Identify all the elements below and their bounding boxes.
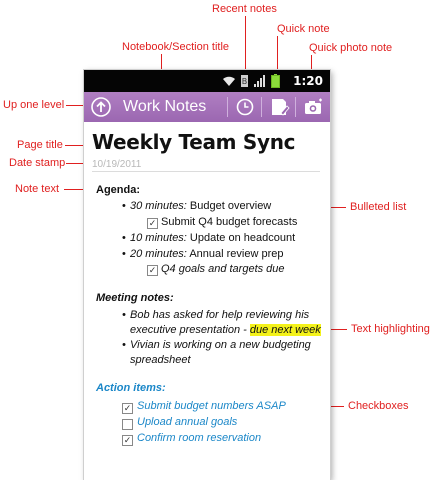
callout-date-stamp: Date stamp bbox=[9, 157, 66, 169]
list-item-text: Bob has asked for help reviewing his bbox=[130, 309, 310, 321]
list-item-text: Vivian is working on a new budgeting bbox=[130, 339, 311, 351]
wifi-icon bbox=[223, 76, 235, 86]
agenda-heading: Agenda: bbox=[96, 184, 140, 196]
list-item-text: Update on headcount bbox=[186, 232, 296, 244]
bullet-marker: • bbox=[122, 309, 126, 321]
callout-up-one-level: Up one level bbox=[3, 99, 65, 111]
list-item[interactable]: • 30 minutes: Budget overview bbox=[122, 199, 272, 214]
divider bbox=[227, 97, 228, 117]
checkbox[interactable]: ✓ bbox=[122, 403, 133, 414]
callout-page-title: Page title bbox=[17, 139, 63, 151]
callout-text-highlighting: Text highlighting bbox=[351, 323, 430, 335]
battery-icon bbox=[271, 74, 280, 88]
checkbox-label[interactable]: Submit budget numbers ASAP bbox=[137, 400, 286, 412]
list-item-time: 20 minutes: bbox=[130, 248, 187, 260]
divider bbox=[261, 97, 262, 117]
svg-text:B: B bbox=[242, 77, 248, 86]
divider bbox=[295, 97, 296, 117]
bullet-marker: • bbox=[122, 339, 126, 351]
phone-screen: B 1:20 Work Notes Weekly Team Sync 10/19… bbox=[84, 70, 330, 480]
date-stamp: 10/19/2011 bbox=[92, 159, 142, 170]
bullet-marker: • bbox=[122, 248, 126, 260]
checkbox-label[interactable]: Confirm room reservation bbox=[137, 432, 261, 444]
list-item[interactable]: • Bob has asked for help reviewing his bbox=[122, 308, 310, 323]
checkbox-label: Submit Q4 budget forecasts bbox=[161, 216, 298, 228]
note-page: Weekly Team Sync 10/19/2011 Agenda: • 30… bbox=[84, 122, 330, 480]
list-item[interactable]: • 10 minutes: Update on headcount bbox=[122, 231, 296, 246]
callout-notebook-section-title: Notebook/Section title bbox=[122, 41, 230, 53]
page-title[interactable]: Weekly Team Sync bbox=[92, 130, 296, 154]
checkbox[interactable]: ✓ bbox=[147, 265, 158, 276]
checkbox[interactable]: ✓ bbox=[122, 435, 133, 446]
list-item-continuation: executive presentation - due next week bbox=[130, 323, 321, 338]
list-item-time: 10 minutes: bbox=[130, 232, 187, 244]
list-item-time: 30 minutes: bbox=[130, 200, 187, 212]
checkbox[interactable]: ✓ bbox=[147, 218, 158, 229]
notebook-section-title[interactable]: Work Notes bbox=[123, 98, 206, 116]
title-divider bbox=[92, 171, 320, 172]
callout-bulleted-list: Bulleted list bbox=[350, 201, 407, 213]
meeting-notes-heading: Meeting notes: bbox=[96, 292, 174, 304]
signal-icon bbox=[254, 75, 265, 87]
callout-quick-note: Quick note bbox=[277, 23, 330, 35]
recent-notes-icon[interactable] bbox=[230, 94, 260, 120]
bullet-marker: • bbox=[122, 232, 126, 244]
up-one-level-icon[interactable] bbox=[86, 94, 116, 120]
quick-note-icon[interactable] bbox=[264, 94, 294, 120]
checkbox[interactable] bbox=[122, 419, 133, 430]
sim-icon: B bbox=[241, 75, 248, 87]
quick-photo-note-icon[interactable] bbox=[298, 94, 328, 120]
callout-quick-photo-note: Quick photo note bbox=[309, 42, 393, 54]
list-item-continuation: spreadsheet bbox=[130, 353, 191, 368]
bullet-marker: • bbox=[122, 200, 126, 212]
list-item-text: executive presentation - bbox=[130, 324, 250, 336]
list-item[interactable]: • Vivian is working on a new budgeting bbox=[122, 338, 311, 353]
highlighted-text: due next week bbox=[249, 324, 321, 336]
action-bar: Work Notes bbox=[84, 92, 330, 122]
callout-checkboxes: Checkboxes bbox=[348, 400, 409, 412]
status-time: 1:20 bbox=[293, 74, 323, 88]
callout-recent-notes: Recent notes bbox=[212, 3, 277, 15]
callout-note-text: Note text bbox=[15, 183, 60, 195]
status-bar: B 1:20 bbox=[84, 70, 330, 92]
checkbox-label[interactable]: Upload annual goals bbox=[137, 416, 237, 428]
checkbox-label: Q4 goals and targets due bbox=[161, 263, 285, 275]
list-item-text: Annual review prep bbox=[186, 248, 284, 260]
list-item-text: Budget overview bbox=[186, 200, 272, 212]
list-item-text: spreadsheet bbox=[130, 354, 191, 366]
action-items-heading: Action items: bbox=[96, 382, 166, 394]
list-item[interactable]: • 20 minutes: Annual review prep bbox=[122, 247, 284, 262]
